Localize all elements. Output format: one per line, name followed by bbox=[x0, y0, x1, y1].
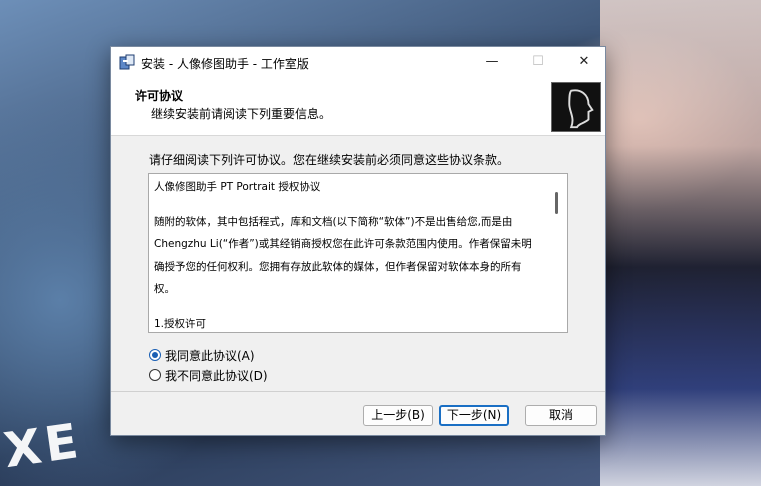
page-title: 许可协议 bbox=[135, 89, 184, 103]
instruction-text: 请仔细阅读下列许可协议。您在继续安装前必须同意这些协议条款。 bbox=[149, 153, 510, 167]
accept-label: 我同意此协议(A) bbox=[165, 348, 255, 363]
portrait-logo-icon bbox=[551, 82, 601, 132]
next-button[interactable]: 下一步(N) bbox=[439, 405, 509, 426]
license-line: 权。 bbox=[154, 283, 175, 295]
license-line: 人像修图助手 PT Portrait 授权协议 bbox=[154, 181, 321, 193]
installer-dialog: 安装 - 人像修图助手 - 工作室版 — ☐ ✕ 许可协议 继续安装前请阅读下列… bbox=[110, 46, 606, 436]
license-line: 随附的软体，其中包括程式，库和文档(以下简称“软体”)不是出售给您,而是由 bbox=[154, 215, 513, 228]
accept-radio[interactable]: 我同意此协议(A) bbox=[149, 347, 255, 363]
cancel-button[interactable]: 取消 bbox=[525, 405, 597, 426]
license-line: Chengzhu Li(“作者”)或其经销商授权您在此许可条款范围内使用。作者保… bbox=[154, 238, 532, 250]
radio-unselected-icon[interactable] bbox=[149, 369, 161, 381]
window-title: 安装 - 人像修图助手 - 工作室版 bbox=[141, 57, 309, 71]
back-button[interactable]: 上一步(B) bbox=[363, 405, 433, 426]
decline-label: 我不同意此协议(D) bbox=[165, 368, 268, 383]
background-figure bbox=[600, 0, 761, 486]
license-line: 确授予您的任何权利。您拥有存放此软体的媒体，但作者保留对软体本身的所有 bbox=[154, 260, 522, 273]
license-textbox[interactable]: 人像修图助手 PT Portrait 授权协议 随附的软体，其中包括程式，库和文… bbox=[148, 173, 568, 333]
installer-icon bbox=[119, 54, 135, 70]
background-text: XE bbox=[0, 412, 86, 480]
license-content: 人像修图助手 PT Portrait 授权协议 随附的软体，其中包括程式，库和文… bbox=[154, 176, 542, 332]
minimize-button[interactable]: — bbox=[469, 47, 515, 77]
decline-radio[interactable]: 我不同意此协议(D) bbox=[149, 367, 268, 383]
divider bbox=[111, 391, 605, 392]
page-header: 许可协议 继续安装前请阅读下列重要信息。 bbox=[111, 77, 605, 136]
radio-selected-icon[interactable] bbox=[149, 349, 161, 361]
close-button[interactable]: ✕ bbox=[561, 47, 607, 77]
page-subtitle: 继续安装前请阅读下列重要信息。 bbox=[151, 107, 332, 121]
title-bar[interactable]: 安装 - 人像修图助手 - 工作室版 — ☐ ✕ bbox=[111, 47, 605, 77]
maximize-button[interactable]: ☐ bbox=[515, 47, 561, 77]
license-line: 1.授权许可 bbox=[154, 317, 207, 330]
scrollbar-thumb[interactable] bbox=[555, 192, 558, 214]
